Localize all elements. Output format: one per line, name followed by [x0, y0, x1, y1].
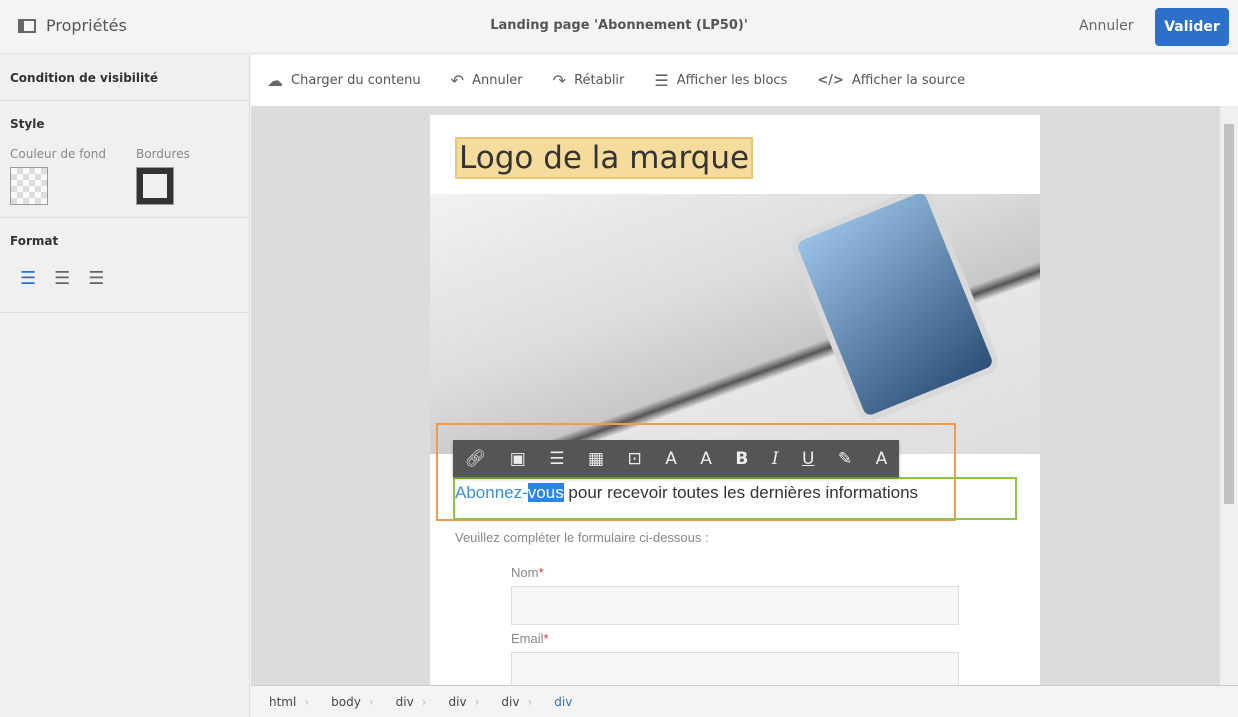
email-label: Email* — [511, 631, 549, 646]
headline-rest: pour recevoir toutes les dernières infor… — [563, 483, 919, 502]
visibility-section[interactable]: Condition de visibilité — [0, 55, 249, 101]
blocks-label: Afficher les blocs — [676, 73, 788, 88]
align-right-icon[interactable]: ☰ — [88, 268, 104, 289]
borders-swatch[interactable] — [136, 167, 174, 205]
cloud-upload-icon: ☁ — [267, 71, 283, 90]
bg-color-label: Couleur de fond — [10, 147, 106, 161]
email-input[interactable] — [511, 652, 959, 685]
personalization-icon[interactable]: ▣ — [510, 449, 526, 469]
phone-image — [788, 194, 1002, 425]
style-heading: Style — [10, 117, 45, 131]
cancel-button[interactable]: Annuler — [1079, 18, 1133, 34]
element-breadcrumb: html › body › div › div › div › div — [251, 685, 1238, 717]
list-icon: ☰ — [654, 71, 669, 90]
brand-logo[interactable]: Logo de la marque — [455, 137, 754, 179]
crumb-html[interactable]: html — [269, 695, 296, 709]
scrollbar-thumb[interactable] — [1224, 124, 1234, 504]
italic-icon[interactable]: I — [772, 449, 779, 469]
selected-text[interactable]: vous — [527, 483, 564, 502]
hero-image[interactable] — [430, 194, 1040, 454]
crumb-div[interactable]: div — [501, 695, 519, 709]
name-input[interactable] — [511, 586, 959, 625]
headline-link[interactable]: Abonnez- — [455, 483, 528, 502]
text-format-toolbar: 🔗︎ ▣ ☰ ▦ ⊡ A A B I U ✎ A — [453, 440, 899, 477]
crumb-body[interactable]: body — [331, 695, 361, 709]
bold-icon[interactable]: B — [735, 449, 748, 469]
landing-page: Logo de la marque 🔗︎ ▣ ☰ ▦ ⊡ A A B I U ✎… — [430, 115, 1040, 685]
align-left-icon[interactable]: ☰ — [20, 268, 36, 289]
underline-icon[interactable]: U — [802, 449, 814, 469]
bg-color-swatch[interactable] — [10, 167, 48, 205]
page-title: Landing page 'Abonnement (LP50)' — [490, 18, 748, 33]
editor-canvas: Logo de la marque 🔗︎ ▣ ☰ ▦ ⊡ A A B I U ✎… — [251, 106, 1220, 685]
editor-toolbar: ☁ Charger du contenu ↶ Annuler ↷ Rétablir ☰… — [251, 55, 1238, 106]
content-block-icon[interactable]: ▦ — [588, 449, 604, 469]
vertical-scrollbar[interactable] — [1220, 106, 1238, 685]
name-label: Nom* — [511, 565, 544, 580]
show-blocks-button[interactable]: ☰ Afficher les blocs — [654, 71, 787, 90]
redo-icon: ↷ — [552, 71, 567, 90]
headline-text[interactable]: Abonnez-vous pour recevoir toutes les de… — [455, 483, 918, 503]
visibility-heading: Condition de visibilité — [10, 71, 159, 85]
style-section: Style Couleur de fond Bordures — [0, 101, 249, 218]
undo-label: Annuler — [472, 73, 523, 88]
show-source-button[interactable]: </> Afficher la source — [817, 73, 965, 88]
clear-format-icon[interactable]: A — [876, 449, 888, 469]
link-icon[interactable]: 🔗︎ — [465, 449, 487, 469]
dynamic-content-icon[interactable]: ⊡ — [628, 449, 642, 469]
undo-icon: ↶ — [450, 71, 465, 90]
crumb-div[interactable]: div — [396, 695, 414, 709]
load-label: Charger du contenu — [291, 73, 421, 88]
format-heading: Format — [10, 234, 59, 248]
load-content-button[interactable]: ☁ Charger du contenu — [267, 71, 421, 90]
form-instructions: Veuillez compléter le formulaire ci-dess… — [455, 530, 709, 545]
redo-label: Rétablir — [574, 73, 625, 88]
code-icon: </> — [817, 73, 844, 88]
font-style-icon[interactable]: A — [700, 449, 712, 469]
align-center-icon[interactable]: ☰ — [54, 268, 70, 289]
undo-button[interactable]: ↶ Annuler — [451, 71, 523, 90]
font-size-icon[interactable]: A — [665, 449, 677, 469]
properties-panel: Condition de visibilité Style Couleur de… — [0, 55, 250, 717]
source-label: Afficher la source — [851, 73, 966, 88]
borders-label: Bordures — [136, 147, 190, 161]
format-section: Format ☰ ☰ ☰ — [0, 218, 249, 313]
color-picker-icon[interactable]: ✎ — [838, 449, 852, 469]
crumb-div[interactable]: div — [449, 695, 467, 709]
validate-button[interactable]: Valider — [1155, 8, 1229, 46]
crumb-div-active[interactable]: div — [554, 695, 572, 709]
fragment-icon[interactable]: ☰ — [549, 449, 564, 469]
redo-button[interactable]: ↷ Rétablir — [553, 71, 625, 90]
top-bar: Propriétés Landing page 'Abonnement (LP5… — [0, 0, 1238, 54]
